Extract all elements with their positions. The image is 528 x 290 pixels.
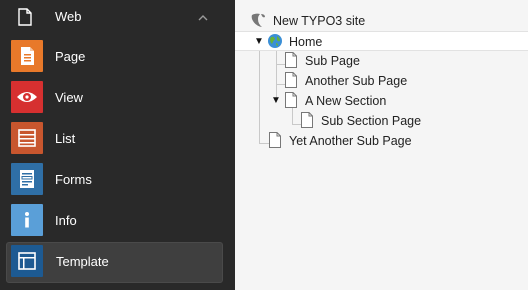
tree-node-label: A New Section xyxy=(305,94,387,108)
tree-node-label: Home xyxy=(289,35,323,49)
module-group-web[interactable]: Web xyxy=(0,0,235,36)
module-label: Template xyxy=(56,254,109,269)
form-icon xyxy=(11,163,43,195)
tree-node-label: Sub Page xyxy=(305,54,360,68)
page-tree: New TYPO3 site ▼ Home Sub Page Another S… xyxy=(235,0,528,290)
info-icon xyxy=(11,204,43,236)
expand-toggle-icon[interactable]: ▼ xyxy=(254,36,264,47)
module-template[interactable]: Template xyxy=(6,242,223,283)
module-label: View xyxy=(55,90,83,105)
page-icon xyxy=(301,112,313,131)
tree-node[interactable]: Another Sub Page xyxy=(235,71,528,91)
page-icon xyxy=(269,132,281,151)
module-group-label: Web xyxy=(55,9,82,24)
tree-node[interactable]: Yet Another Sub Page xyxy=(235,131,528,151)
page-icon xyxy=(18,8,32,26)
tree-node[interactable]: ▼ A New Section xyxy=(235,91,528,111)
module-label: Page xyxy=(55,49,86,64)
chevron-up-icon[interactable] xyxy=(197,11,209,23)
tree-node-label: Sub Section Page xyxy=(321,114,422,128)
page-icon xyxy=(285,52,297,71)
tree-root[interactable]: New TYPO3 site xyxy=(235,11,528,31)
page-module-icon xyxy=(11,40,43,72)
module-list[interactable]: List xyxy=(6,119,223,160)
tree-node-home[interactable]: ▼ Home xyxy=(235,31,528,51)
module-forms[interactable]: Forms xyxy=(6,160,223,201)
eye-icon xyxy=(11,81,43,113)
tree-node-label: Another Sub Page xyxy=(305,74,408,88)
expand-toggle-icon[interactable]: ▼ xyxy=(271,95,281,106)
module-label: Forms xyxy=(55,172,92,187)
module-info[interactable]: Info xyxy=(6,201,223,242)
module-menu: Web Page View List Forms Info Template xyxy=(0,0,235,290)
page-icon xyxy=(285,92,297,111)
typo3-logo-icon xyxy=(250,12,267,32)
tree-node[interactable]: Sub Page xyxy=(235,51,528,71)
module-view[interactable]: View xyxy=(6,78,223,119)
module-page[interactable]: Page xyxy=(6,37,223,78)
globe-icon xyxy=(267,33,283,52)
module-label: Info xyxy=(55,213,77,228)
tree-root-label: New TYPO3 site xyxy=(273,14,366,28)
tree-node-label: Yet Another Sub Page xyxy=(289,134,412,148)
list-icon xyxy=(11,122,43,154)
module-label: List xyxy=(55,131,76,146)
tree-node[interactable]: Sub Section Page xyxy=(235,111,528,131)
template-icon xyxy=(11,245,43,277)
page-icon xyxy=(285,72,297,91)
